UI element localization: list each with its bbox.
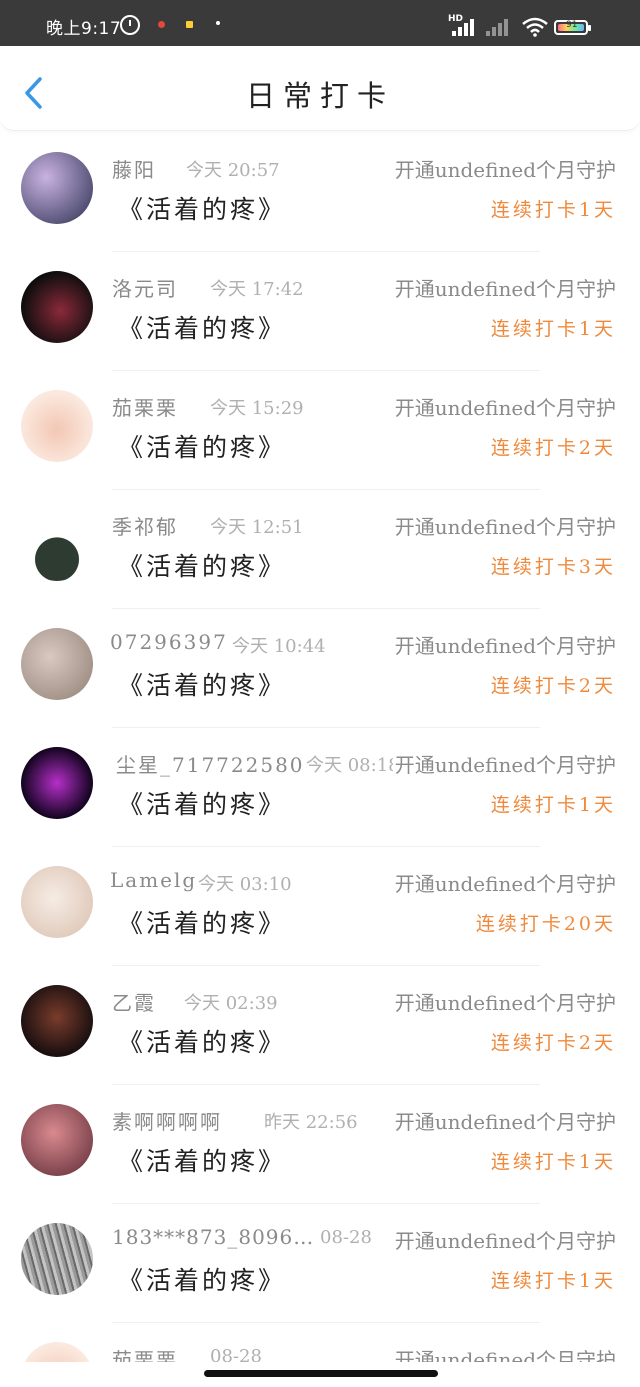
home-indicator[interactable] bbox=[204, 1370, 438, 1377]
status-bar: 晚上9:17 HD 91 bbox=[0, 0, 640, 46]
avatar[interactable] bbox=[21, 1342, 93, 1362]
checkin-time: 今天 02:39 bbox=[184, 993, 278, 1014]
avatar[interactable] bbox=[21, 866, 93, 938]
book-title: 《活着的疼》 bbox=[118, 1147, 287, 1176]
streak-text: 连续打卡3天 bbox=[490, 556, 616, 578]
guard-text: 开通undefined个月守护 bbox=[392, 1106, 616, 1135]
avatar[interactable] bbox=[21, 1104, 93, 1176]
guard-text: 开通undefined个月守护 bbox=[392, 749, 616, 778]
checkin-time: 今天 10:44 bbox=[232, 636, 326, 657]
user-name: 茄栗栗 bbox=[112, 1348, 178, 1362]
checkin-row[interactable]: 季祁郁 今天 12:51 开通undefined个月守护 《活着的疼》 连续打卡… bbox=[0, 489, 640, 609]
checkin-row[interactable]: 07296397 今天 10:44 开通undefined个月守护 《活着的疼》… bbox=[0, 608, 640, 728]
checkin-time: 08-28 bbox=[210, 1346, 262, 1362]
checkin-time: 今天 12:51 bbox=[210, 517, 304, 538]
checkin-row[interactable]: 茄栗栗 08-28 开通undefined个月守护 bbox=[0, 1322, 640, 1362]
book-title: 《活着的疼》 bbox=[118, 314, 287, 343]
guard-text: 开通undefined个月守护 bbox=[392, 154, 616, 183]
checkin-time: 08-28 bbox=[320, 1227, 372, 1248]
checkin-time: 昨天 22:56 bbox=[264, 1112, 358, 1133]
user-name: 季祁郁 bbox=[112, 515, 178, 539]
checkin-row[interactable]: 尘星_717722580 今天 08:18 开通undefined个月守护 《活… bbox=[0, 727, 640, 847]
book-title: 《活着的疼》 bbox=[118, 433, 287, 462]
user-name: 乙霞 bbox=[112, 991, 156, 1015]
battery-level: 91 bbox=[566, 20, 578, 30]
status-time: 晚上9:17 bbox=[46, 19, 122, 39]
user-name: 尘星_717722580 bbox=[116, 753, 305, 777]
checkin-time: 今天 15:29 bbox=[210, 398, 304, 419]
checkin-row[interactable]: 藤阳 今天 20:57 开通undefined个月守护 《活着的疼》 连续打卡1… bbox=[0, 132, 640, 252]
guard-text: 开通undefined个月守护 bbox=[392, 987, 616, 1016]
checkin-row[interactable]: Lamelg 今天 03:10 开通undefined个月守护 《活着的疼》 连… bbox=[0, 846, 640, 966]
streak-text: 连续打卡1天 bbox=[490, 199, 616, 221]
streak-text: 连续打卡2天 bbox=[490, 437, 616, 459]
guard-text: 开通undefined个月守护 bbox=[392, 1344, 616, 1362]
user-name: 素啊啊啊啊 bbox=[112, 1110, 222, 1134]
page-title: 日常打卡 bbox=[245, 79, 394, 113]
notification-icon bbox=[158, 21, 165, 28]
book-title: 《活着的疼》 bbox=[118, 790, 287, 819]
checkin-row[interactable]: 素啊啊啊啊 昨天 22:56 开通undefined个月守护 《活着的疼》 连续… bbox=[0, 1084, 640, 1204]
page-header: 日常打卡 bbox=[0, 46, 640, 131]
streak-text: 连续打卡1天 bbox=[490, 1151, 616, 1173]
book-title: 《活着的疼》 bbox=[118, 909, 287, 938]
book-title: 《活着的疼》 bbox=[118, 195, 287, 224]
avatar[interactable] bbox=[21, 1223, 93, 1295]
notification-icon bbox=[216, 21, 220, 25]
streak-text: 连续打卡1天 bbox=[490, 1270, 616, 1292]
avatar[interactable] bbox=[21, 747, 93, 819]
avatar[interactable] bbox=[21, 509, 93, 581]
user-name: 藤阳 bbox=[112, 158, 156, 182]
avatar[interactable] bbox=[21, 628, 93, 700]
user-name: 洛元司 bbox=[112, 277, 178, 301]
guard-text: 开通undefined个月守护 bbox=[392, 392, 616, 421]
guard-text: 开通undefined个月守护 bbox=[392, 1225, 616, 1254]
book-title: 《活着的疼》 bbox=[118, 671, 287, 700]
checkin-time: 今天 03:10 bbox=[198, 874, 292, 895]
user-name: Lamelg bbox=[110, 868, 198, 892]
checkin-row[interactable]: 洛元司 今天 17:42 开通undefined个月守护 《活着的疼》 连续打卡… bbox=[0, 251, 640, 371]
book-title: 《活着的疼》 bbox=[118, 1266, 287, 1295]
checkin-time: 今天 08:18 bbox=[306, 755, 400, 776]
checkin-row[interactable]: 茄栗栗 今天 15:29 开通undefined个月守护 《活着的疼》 连续打卡… bbox=[0, 370, 640, 490]
guard-text: 开通undefined个月守护 bbox=[392, 273, 616, 302]
signal-icon bbox=[486, 18, 514, 36]
streak-text: 连续打卡2天 bbox=[490, 1032, 616, 1054]
alarm-icon bbox=[120, 15, 140, 35]
streak-text: 连续打卡2天 bbox=[490, 675, 616, 697]
notification-icon bbox=[186, 21, 193, 28]
book-title: 《活着的疼》 bbox=[118, 552, 287, 581]
streak-text: 连续打卡20天 bbox=[475, 913, 616, 935]
signal-icon bbox=[452, 18, 480, 36]
user-name: 07296397 bbox=[110, 630, 228, 654]
guard-text: 开通undefined个月守护 bbox=[392, 868, 616, 897]
battery-icon: 91 bbox=[554, 20, 591, 35]
book-title: 《活着的疼》 bbox=[118, 1028, 287, 1057]
guard-text: 开通undefined个月守护 bbox=[392, 511, 616, 540]
user-name: 茄栗栗 bbox=[112, 396, 178, 420]
checkin-row[interactable]: 183***873_8096… 08-28 开通undefined个月守护 《活… bbox=[0, 1203, 640, 1323]
wifi-icon bbox=[522, 17, 548, 37]
avatar[interactable] bbox=[21, 390, 93, 462]
avatar[interactable] bbox=[21, 985, 93, 1057]
streak-text: 连续打卡1天 bbox=[490, 794, 616, 816]
streak-text: 连续打卡1天 bbox=[490, 318, 616, 340]
checkin-time: 今天 17:42 bbox=[210, 279, 304, 300]
checkin-time: 今天 20:57 bbox=[186, 160, 280, 181]
avatar[interactable] bbox=[21, 152, 93, 224]
user-name: 183***873_8096… bbox=[112, 1225, 315, 1249]
checkin-row[interactable]: 乙霞 今天 02:39 开通undefined个月守护 《活着的疼》 连续打卡2… bbox=[0, 965, 640, 1085]
guard-text: 开通undefined个月守护 bbox=[392, 630, 616, 659]
avatar[interactable] bbox=[21, 271, 93, 343]
